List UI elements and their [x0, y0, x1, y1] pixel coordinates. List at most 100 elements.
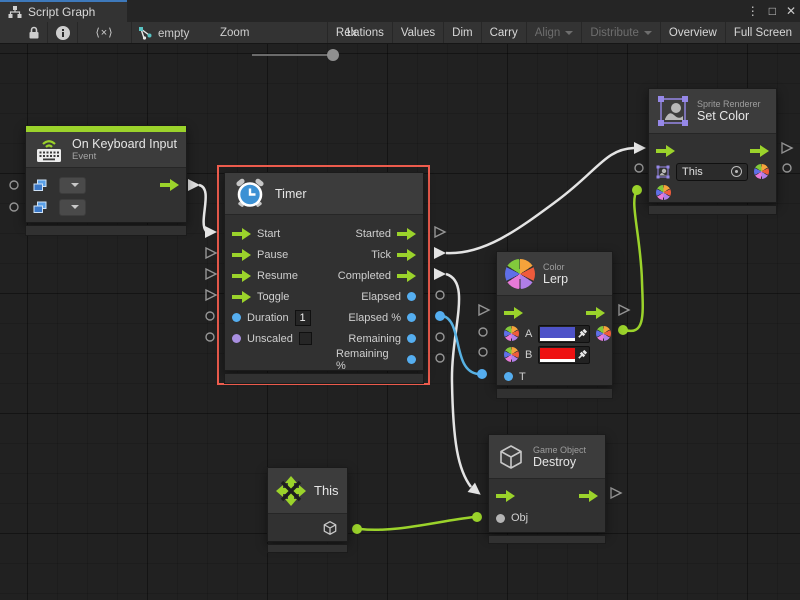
- setcolor-node-header[interactable]: Sprite Renderer Set Color: [649, 89, 776, 134]
- dim-button[interactable]: Dim: [443, 22, 480, 43]
- timer-icon: [233, 177, 267, 211]
- flow-in-arrow: [496, 490, 515, 502]
- node-destroy[interactable]: Game Object Destroy Obj: [488, 434, 606, 533]
- chevron-down-icon: [565, 31, 573, 35]
- timer-completed-row[interactable]: Completed: [329, 265, 423, 286]
- this-output-row[interactable]: [268, 514, 347, 541]
- color-port-icon: [504, 347, 519, 362]
- color-b-swatch[interactable]: [540, 348, 575, 362]
- ports-icon: ⟨×⟩: [95, 26, 113, 39]
- node-color-lerp[interactable]: Color Lerp A: [496, 251, 613, 386]
- node-set-color[interactable]: Sprite Renderer Set Color: [648, 88, 777, 203]
- node-title: Lerp: [543, 272, 568, 286]
- destroy-flow-row[interactable]: [489, 485, 605, 506]
- game-object-icon: [497, 443, 525, 471]
- zoom-slider-track[interactable]: [252, 54, 338, 56]
- eyedropper-icon[interactable]: [577, 328, 588, 339]
- color-b-field[interactable]: [538, 346, 590, 364]
- info-button[interactable]: [48, 22, 78, 43]
- overview-button[interactable]: Overview: [660, 22, 725, 43]
- lock-button[interactable]: [20, 22, 48, 43]
- lerp-flow-row[interactable]: [497, 302, 612, 323]
- tab-script-graph[interactable]: Script Graph: [0, 0, 127, 22]
- zoom-label: Zoom: [220, 27, 249, 39]
- timer-remainingpct-row[interactable]: Remaining %: [329, 349, 423, 370]
- node-category: Color: [543, 262, 568, 272]
- node-subtitle: Event: [72, 151, 177, 162]
- color-wheel-icon: [505, 259, 535, 289]
- ports-toggle-button[interactable]: ⟨×⟩: [78, 22, 132, 43]
- this-icon: [276, 476, 306, 506]
- keyboard-node-footer: [25, 225, 187, 236]
- node-category: Sprite Renderer: [697, 99, 761, 109]
- lerp-node-header[interactable]: Color Lerp: [497, 252, 612, 296]
- action-dropdown[interactable]: [59, 199, 86, 216]
- float-port-icon: [407, 292, 416, 301]
- timer-pause-row[interactable]: Pause: [225, 244, 329, 265]
- target-object-field[interactable]: This: [676, 163, 748, 181]
- flow-in-arrow: [232, 291, 251, 303]
- maximize-icon[interactable]: □: [769, 4, 776, 18]
- relations-button[interactable]: Relations: [327, 22, 392, 43]
- this-node-footer: [267, 544, 348, 553]
- timer-start-row[interactable]: Start: [225, 223, 329, 244]
- node-timer[interactable]: Timer Start Pause Resume Toggle Duration…: [224, 172, 424, 371]
- keyboard-node-header[interactable]: On Keyboard Input Event: [26, 132, 186, 168]
- lerp-b-row[interactable]: B: [497, 344, 612, 365]
- timer-tick-row[interactable]: Tick: [329, 244, 423, 265]
- carry-button[interactable]: Carry: [481, 22, 526, 43]
- eyedropper-icon[interactable]: [577, 349, 588, 360]
- setcolor-color-row[interactable]: [649, 182, 776, 203]
- timer-elapsedpct-row[interactable]: Elapsed %: [329, 307, 423, 328]
- flow-out-arrow: [750, 145, 769, 157]
- timer-elapsed-row[interactable]: Elapsed: [329, 286, 423, 307]
- enum-icon: [33, 201, 47, 214]
- object-picker-icon[interactable]: [731, 166, 742, 177]
- graph-pointer-status: empty: [138, 26, 189, 41]
- node-this[interactable]: This: [267, 467, 348, 542]
- distribute-button[interactable]: Distribute: [581, 22, 660, 43]
- setcolor-flow-row[interactable]: [649, 140, 776, 161]
- sprite-renderer-port-icon: [656, 165, 670, 179]
- trigger-out-arrow[interactable]: [160, 179, 179, 191]
- graph-toolbar: ⟨×⟩ empty Zoom 1x Relations Values Dim C…: [0, 22, 800, 44]
- this-node-header[interactable]: This: [268, 468, 347, 514]
- duration-input[interactable]: 1: [295, 310, 311, 326]
- timer-node-header[interactable]: Timer: [225, 173, 423, 215]
- zoom-slider-handle[interactable]: [327, 49, 339, 61]
- destroy-obj-row[interactable]: Obj: [489, 506, 605, 530]
- chevron-down-icon: [71, 205, 79, 209]
- timer-resume-row[interactable]: Resume: [225, 265, 329, 286]
- keyboard-key-row: [26, 174, 186, 196]
- timer-node-footer: [224, 373, 424, 384]
- color-a-field[interactable]: [538, 325, 590, 343]
- timer-started-row[interactable]: Started: [329, 223, 423, 244]
- lerp-t-row[interactable]: T: [497, 365, 612, 388]
- node-on-keyboard-input[interactable]: On Keyboard Input Event: [25, 125, 187, 223]
- close-icon[interactable]: ✕: [786, 4, 796, 18]
- fullscreen-button[interactable]: Full Screen: [725, 22, 800, 43]
- node-category: Game Object: [533, 445, 586, 455]
- flow-out-arrow: [586, 307, 605, 319]
- bool-port-icon: [232, 334, 241, 343]
- destroy-node-footer: [488, 535, 606, 544]
- timer-remaining-row[interactable]: Remaining: [329, 328, 423, 349]
- window-menu-icon[interactable]: ⋮: [747, 4, 759, 18]
- keyboard-icon: [34, 136, 64, 164]
- flow-out-arrow: [579, 490, 598, 502]
- timer-unscaled-row[interactable]: Unscaled: [225, 328, 329, 349]
- float-port-icon: [504, 372, 513, 381]
- graph-pointer-icon: [138, 26, 153, 41]
- unscaled-checkbox[interactable]: [299, 332, 312, 345]
- values-button[interactable]: Values: [392, 22, 443, 43]
- key-dropdown[interactable]: [59, 177, 86, 194]
- lerp-a-row[interactable]: A: [497, 323, 612, 344]
- setcolor-target-row[interactable]: This: [649, 161, 776, 182]
- color-a-swatch[interactable]: [540, 327, 575, 341]
- timer-duration-row[interactable]: Duration 1: [225, 307, 329, 328]
- align-button[interactable]: Align: [526, 22, 582, 43]
- game-object-port-icon: [322, 520, 338, 536]
- destroy-node-header[interactable]: Game Object Destroy: [489, 435, 605, 479]
- timer-toggle-row[interactable]: Toggle: [225, 286, 329, 307]
- color-port-icon: [656, 185, 671, 200]
